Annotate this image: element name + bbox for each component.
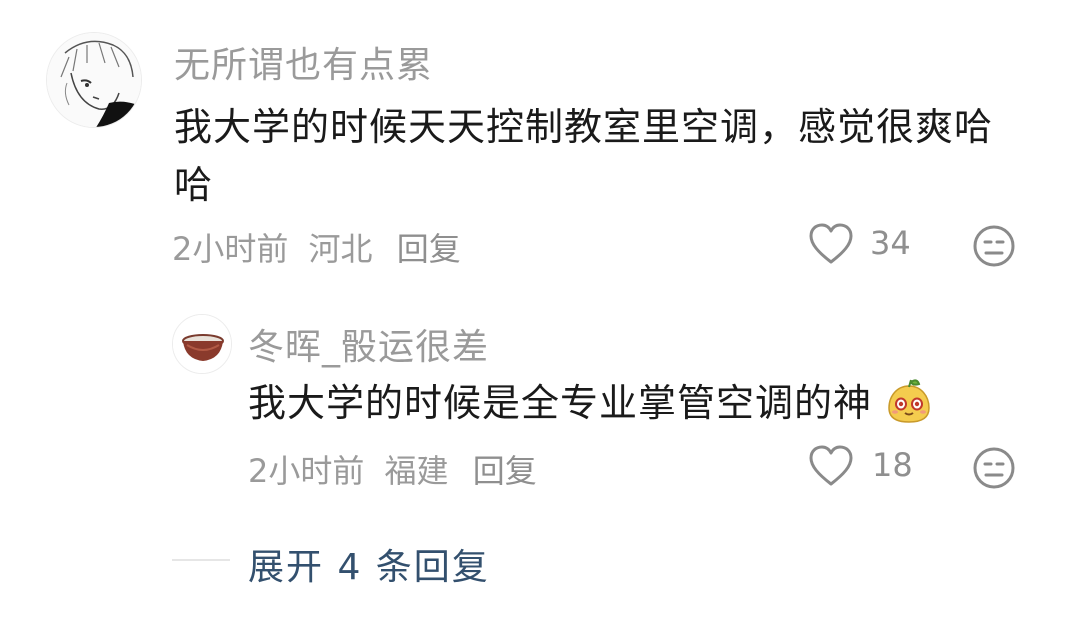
- comment-location: 河北: [308, 230, 373, 268]
- comment-username[interactable]: 无所谓也有点累: [174, 36, 433, 88]
- reply-username[interactable]: 冬晖_骰运很差: [248, 318, 489, 370]
- reply-dislike-button[interactable]: [972, 446, 1016, 490]
- avatar-anime-sketch-image: [47, 33, 141, 127]
- expand-replies-button[interactable]: 展开 4 条回复: [248, 538, 490, 590]
- reply-avatar[interactable]: [172, 314, 232, 374]
- pear-emoji-icon: [888, 379, 930, 423]
- expand-divider: [172, 559, 230, 561]
- reply-like-button[interactable]: [808, 444, 854, 488]
- bowl-image: [173, 315, 231, 373]
- neutral-face-icon: [973, 225, 1015, 267]
- reply-text: 我大学的时候是全专业掌管空调的神: [248, 381, 873, 425]
- comment-like-button[interactable]: [808, 222, 854, 266]
- comment-text: 我大学的时候天天控制教室里空调，感觉很爽哈哈: [174, 105, 994, 207]
- heart-icon: [809, 445, 853, 486]
- reply-reply-button[interactable]: 回复: [473, 452, 537, 490]
- reply-time: 2小时前: [248, 452, 365, 490]
- reply-like-count: 18: [872, 446, 913, 484]
- reply-meta: 2小时前 福建 回复: [248, 446, 537, 492]
- comment-like-count: 34: [870, 224, 911, 262]
- reply-text-row: 我大学的时候是全专业掌管空调的神: [248, 374, 933, 432]
- comment-dislike-button[interactable]: [972, 224, 1016, 268]
- comment-meta: 2小时前 河北 回复: [172, 224, 461, 270]
- reply-location: 福建: [384, 452, 449, 490]
- avatar[interactable]: [46, 32, 142, 128]
- comment-reply-button[interactable]: 回复: [397, 230, 461, 268]
- heart-icon: [809, 223, 853, 264]
- comment-time: 2小时前: [172, 230, 289, 268]
- neutral-face-icon: [973, 447, 1015, 489]
